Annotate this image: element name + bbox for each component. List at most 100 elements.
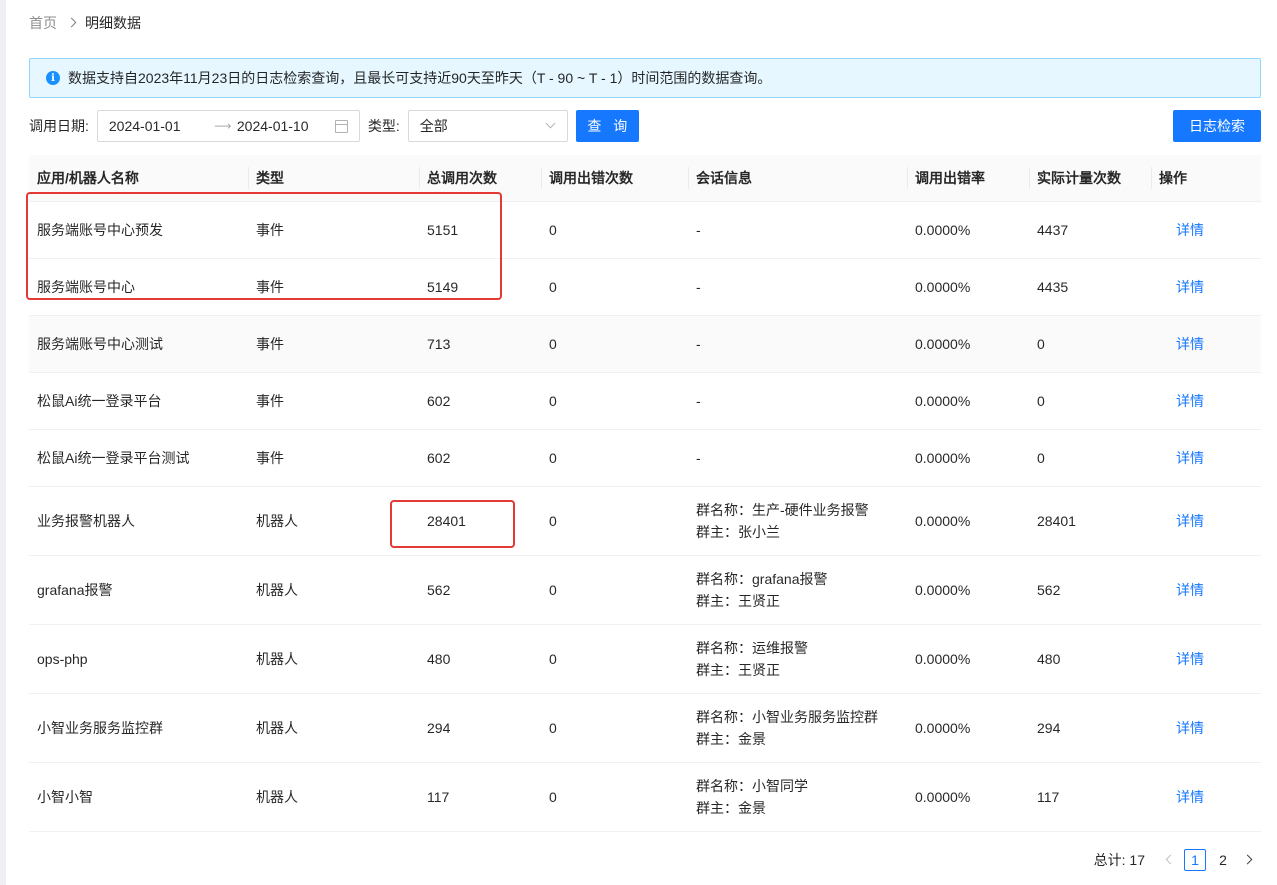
detail-link[interactable]: 详情 [1176,582,1204,598]
cell-action: 详情 [1151,315,1261,373]
cell-action: 详情 [1151,693,1261,763]
cell-actual: 0 [1029,315,1151,373]
log-search-button[interactable]: 日志检索 [1173,110,1261,142]
info-alert-text: 数据支持自2023年11月23日的日志检索查询，且最长可支持近90天至昨天（T … [68,70,772,86]
info-alert: i 数据支持自2023年11月23日的日志检索查询，且最长可支持近90天至昨天（… [29,58,1261,98]
info-icon: i [46,71,60,85]
column-header-action: 操作 [1151,155,1261,202]
cell-total: 562 [419,555,541,625]
pagination: 总计: 17 1 2 [1094,848,1261,872]
cell-session: - [688,372,907,430]
cell-errors: 0 [541,201,688,259]
cell-action: 详情 [1151,486,1261,556]
cell-actual: 562 [1029,555,1151,625]
cell-rate: 0.0000% [907,201,1029,259]
cell-type: 机器人 [248,762,419,832]
cell-action: 详情 [1151,429,1261,487]
cell-errors: 0 [541,258,688,316]
cell-name: 服务端账号中心预发 [29,201,248,259]
type-select[interactable]: 全部 [407,110,568,142]
cell-actual: 480 [1029,624,1151,694]
breadcrumb-home-link[interactable]: 首页 [29,13,57,33]
cell-actual: 28401 [1029,486,1151,556]
cell-actual: 0 [1029,372,1151,430]
cell-total: 5151 [419,201,541,259]
page-1-button[interactable]: 1 [1184,849,1206,871]
table-row: 服务端账号中心 事件 5149 0 - 0.0000% 4435 详情 [29,258,1261,316]
cell-type: 事件 [248,372,419,430]
calendar-icon[interactable] [334,120,348,133]
cell-total: 480 [419,624,541,694]
cell-total: 713 [419,315,541,373]
cell-session: 群名称：grafana报警 群主：王贤正 [688,555,907,625]
cell-actual: 117 [1029,762,1151,832]
cell-rate: 0.0000% [907,372,1029,430]
table-row: 业务报警机器人 机器人 28401 0 群名称：生产-硬件业务报警 群主：张小兰… [29,486,1261,556]
table-header-row: 应用/机器人名称 类型 总调用次数 调用出错次数 会话信息 调用出错率 实际计量… [29,155,1261,202]
cell-rate: 0.0000% [907,486,1029,556]
cell-name: 服务端账号中心 [29,258,248,316]
detail-link[interactable]: 详情 [1176,513,1204,529]
cell-name: grafana报警 [29,555,248,625]
cell-rate: 0.0000% [907,429,1029,487]
cell-name: 小智小智 [29,762,248,832]
detail-link[interactable]: 详情 [1176,222,1204,238]
type-label: 类型: [367,118,400,134]
cell-errors: 0 [541,555,688,625]
cell-errors: 0 [541,693,688,763]
cell-session: - [688,258,907,316]
cell-name: 松鼠Ai统一登录平台 [29,372,248,430]
chevron-down-icon [545,118,556,129]
cell-action: 详情 [1151,624,1261,694]
session-group-name: 群名称：小智业务服务监控群 [696,708,878,725]
cell-action: 详情 [1151,258,1261,316]
table-row: 服务端账号中心测试 事件 713 0 - 0.0000% 0 详情 [29,315,1261,373]
cell-name: 服务端账号中心测试 [29,315,248,373]
cell-total: 117 [419,762,541,832]
table-row: ops-php 机器人 480 0 群名称：运维报警 群主：王贤正 0.0000… [29,624,1261,694]
session-group-owner: 群主：王贤正 [696,592,780,609]
page-left-strip [0,0,6,885]
type-select-value: 全部 [419,118,448,134]
detail-link[interactable]: 详情 [1176,789,1204,805]
table-row: 松鼠Ai统一登录平台 事件 602 0 - 0.0000% 0 详情 [29,372,1261,430]
date-range-picker[interactable]: 2024-01-01 ⟶ 2024-01-10 [96,110,360,142]
cell-total: 28401 [419,486,541,556]
detail-link[interactable]: 详情 [1176,336,1204,352]
cell-actual: 0 [1029,429,1151,487]
cell-session: - [688,201,907,259]
cell-type: 机器人 [248,693,419,763]
session-group-name: 群名称：运维报警 [696,639,808,656]
query-button[interactable]: 查 询 [575,110,639,142]
date-start-input[interactable]: 2024-01-01 [109,118,209,134]
detail-table: 应用/机器人名称 类型 总调用次数 调用出错次数 会话信息 调用出错率 实际计量… [29,155,1261,832]
detail-link[interactable]: 详情 [1176,450,1204,466]
cell-action: 详情 [1151,762,1261,832]
breadcrumb: 首页 明细数据 [29,12,141,34]
chevron-left-icon[interactable] [1157,848,1181,872]
cell-action: 详情 [1151,555,1261,625]
cell-rate: 0.0000% [907,762,1029,832]
cell-name: 小智业务服务监控群 [29,693,248,763]
breadcrumb-current: 明细数据 [85,15,141,31]
detail-link[interactable]: 详情 [1176,651,1204,667]
cell-type: 机器人 [248,555,419,625]
session-group-owner: 群主：金景 [696,799,766,816]
detail-link[interactable]: 详情 [1176,720,1204,736]
cell-type: 机器人 [248,486,419,556]
column-header-type: 类型 [248,155,419,202]
cell-rate: 0.0000% [907,624,1029,694]
page-2-button[interactable]: 2 [1212,849,1234,871]
pagination-total-count: 17 [1129,852,1145,868]
cell-errors: 0 [541,624,688,694]
chevron-right-icon[interactable] [1237,848,1261,872]
cell-type: 事件 [248,258,419,316]
date-end-input[interactable]: 2024-01-10 [237,118,337,134]
cell-rate: 0.0000% [907,315,1029,373]
cell-total: 5149 [419,258,541,316]
detail-link[interactable]: 详情 [1176,279,1204,295]
cell-name: 业务报警机器人 [29,486,248,556]
session-group-owner: 群主：张小兰 [696,523,780,540]
column-header-errors: 调用出错次数 [541,155,688,202]
detail-link[interactable]: 详情 [1176,393,1204,409]
